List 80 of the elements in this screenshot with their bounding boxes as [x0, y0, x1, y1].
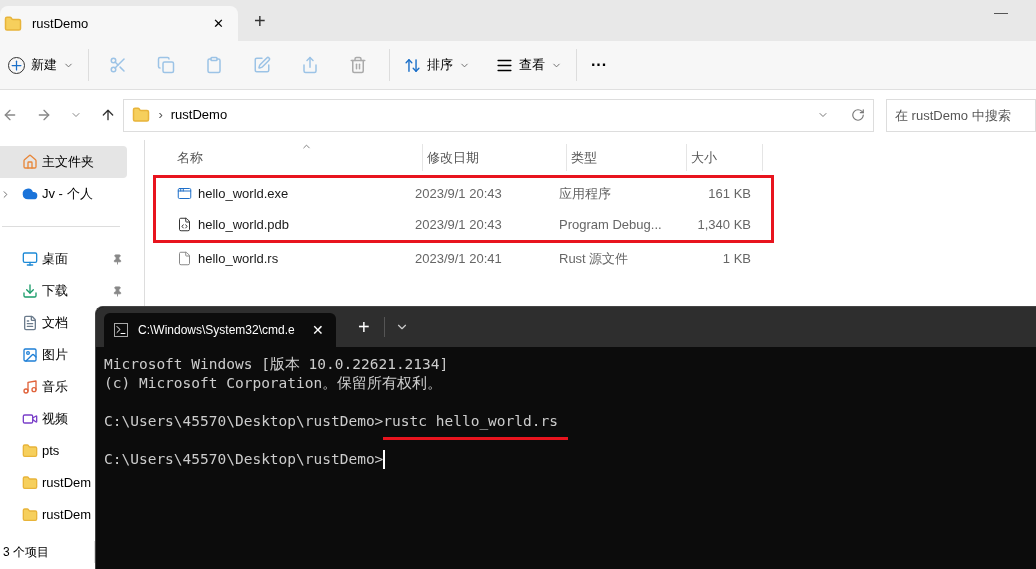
- sidebar-item[interactable]: 下载: [0, 275, 127, 307]
- more-button[interactable]: ···: [591, 53, 607, 77]
- monitor-icon: [22, 251, 38, 267]
- terminal-prompt: C:\Users\45570\Desktop\rustDemo>: [104, 412, 384, 431]
- pin-icon: [112, 285, 123, 297]
- folder-icon: [22, 443, 38, 459]
- music-icon: [22, 379, 38, 395]
- folder-tab[interactable]: rustDemo ✕: [0, 6, 238, 41]
- file-size: 161 KB: [707, 184, 751, 203]
- rename-icon[interactable]: [253, 56, 271, 74]
- sidebar-item[interactable]: pts: [0, 435, 95, 467]
- document-icon: [22, 315, 38, 331]
- home-icon: [22, 154, 38, 170]
- column-header[interactable]: 大小: [687, 144, 763, 171]
- cloud-icon: [22, 186, 38, 202]
- breadcrumb-separator: ›: [158, 106, 163, 125]
- close-tab-button[interactable]: ✕: [213, 13, 224, 34]
- picture-icon: [22, 347, 38, 363]
- view-button[interactable]: 查看: [496, 55, 562, 75]
- file-size: 1,340 KB: [696, 215, 751, 234]
- new-tab-button[interactable]: +: [254, 5, 266, 36]
- folder-icon: [22, 507, 38, 523]
- terminal-output: (c) Microsoft Corporation。保留所有权利。: [104, 374, 443, 393]
- pin-icon: [112, 253, 123, 265]
- terminal-tab[interactable]: C:\Windows\System32\cmd.e ✕: [104, 313, 336, 347]
- sidebar-item[interactable]: Jv - 个人: [0, 178, 127, 210]
- terminal-icon: [114, 323, 128, 337]
- file-icon: [177, 217, 192, 232]
- file-name[interactable]: hello_world.pdb: [198, 214, 290, 235]
- sort-button[interactable]: 排序: [404, 55, 470, 75]
- close-tab-button[interactable]: ✕: [312, 319, 324, 341]
- terminal-prompt: C:\Users\45570\Desktop\rustDemo>: [104, 450, 384, 469]
- sidebar-item[interactable]: rustDem: [0, 467, 95, 499]
- file-type: Rust 源文件: [559, 249, 630, 268]
- sidebar-item[interactable]: 图片: [0, 339, 95, 371]
- address-bar[interactable]: › rustDemo: [123, 98, 874, 132]
- column-header[interactable]: 类型: [567, 144, 687, 171]
- paste-icon[interactable]: [205, 56, 223, 74]
- file-size: 1 KB: [721, 249, 751, 268]
- tab-title: rustDemo: [32, 14, 90, 33]
- column-header[interactable]: 修改日期: [423, 144, 567, 171]
- refresh-icon[interactable]: [851, 108, 865, 122]
- file-name[interactable]: hello_world.exe: [198, 183, 289, 204]
- sidebar-item[interactable]: 桌面: [0, 243, 127, 275]
- modified-date: 2023/9/1 20:41: [415, 249, 503, 268]
- folder-icon: [22, 475, 38, 491]
- copy-icon[interactable]: [157, 56, 175, 74]
- minimize-button[interactable]: —: [994, 2, 1008, 23]
- new-button[interactable]: 新建: [8, 55, 88, 75]
- folder-icon: [4, 14, 22, 33]
- download-icon: [22, 283, 38, 299]
- sort-icon: [404, 56, 421, 74]
- video-icon: [22, 411, 38, 427]
- up-icon[interactable]: [100, 107, 116, 123]
- folder-icon: [132, 106, 151, 124]
- file-type: 应用程序: [559, 184, 612, 203]
- sidebar-item[interactable]: 音乐: [0, 371, 95, 403]
- breadcrumb[interactable]: rustDemo: [170, 105, 228, 125]
- forward-icon[interactable]: [36, 107, 52, 123]
- terminal-command: rustc hello_world.rs: [383, 412, 568, 440]
- sidebar-item[interactable]: rustDem: [0, 499, 95, 531]
- file-type: Program Debug...: [559, 215, 663, 234]
- column-header[interactable]: 名称: [161, 144, 423, 171]
- search-field[interactable]: 在 rustDemo 中搜索: [886, 98, 1036, 132]
- cut-icon[interactable]: [109, 56, 127, 74]
- application-icon: [177, 186, 192, 201]
- terminal-output: Microsoft Windows [版本 10.0.22621.2134]: [104, 355, 449, 374]
- modified-date: 2023/9/1 20:43: [415, 184, 503, 203]
- modified-date: 2023/9/1 20:43: [415, 215, 503, 234]
- share-icon[interactable]: [301, 56, 319, 74]
- sidebar-item[interactable]: 文档: [0, 307, 95, 339]
- sidebar-item[interactable]: 主文件夹: [0, 146, 127, 178]
- delete-icon[interactable]: [349, 56, 367, 74]
- document-icon: [177, 251, 192, 266]
- file-name[interactable]: hello_world.rs: [198, 248, 279, 269]
- sidebar-item[interactable]: 视频: [0, 403, 95, 435]
- status-text: 3 个项目: [2, 544, 49, 561]
- new-tab-button[interactable]: +: [358, 312, 370, 342]
- text-cursor: [383, 450, 385, 469]
- back-icon[interactable]: [2, 107, 18, 123]
